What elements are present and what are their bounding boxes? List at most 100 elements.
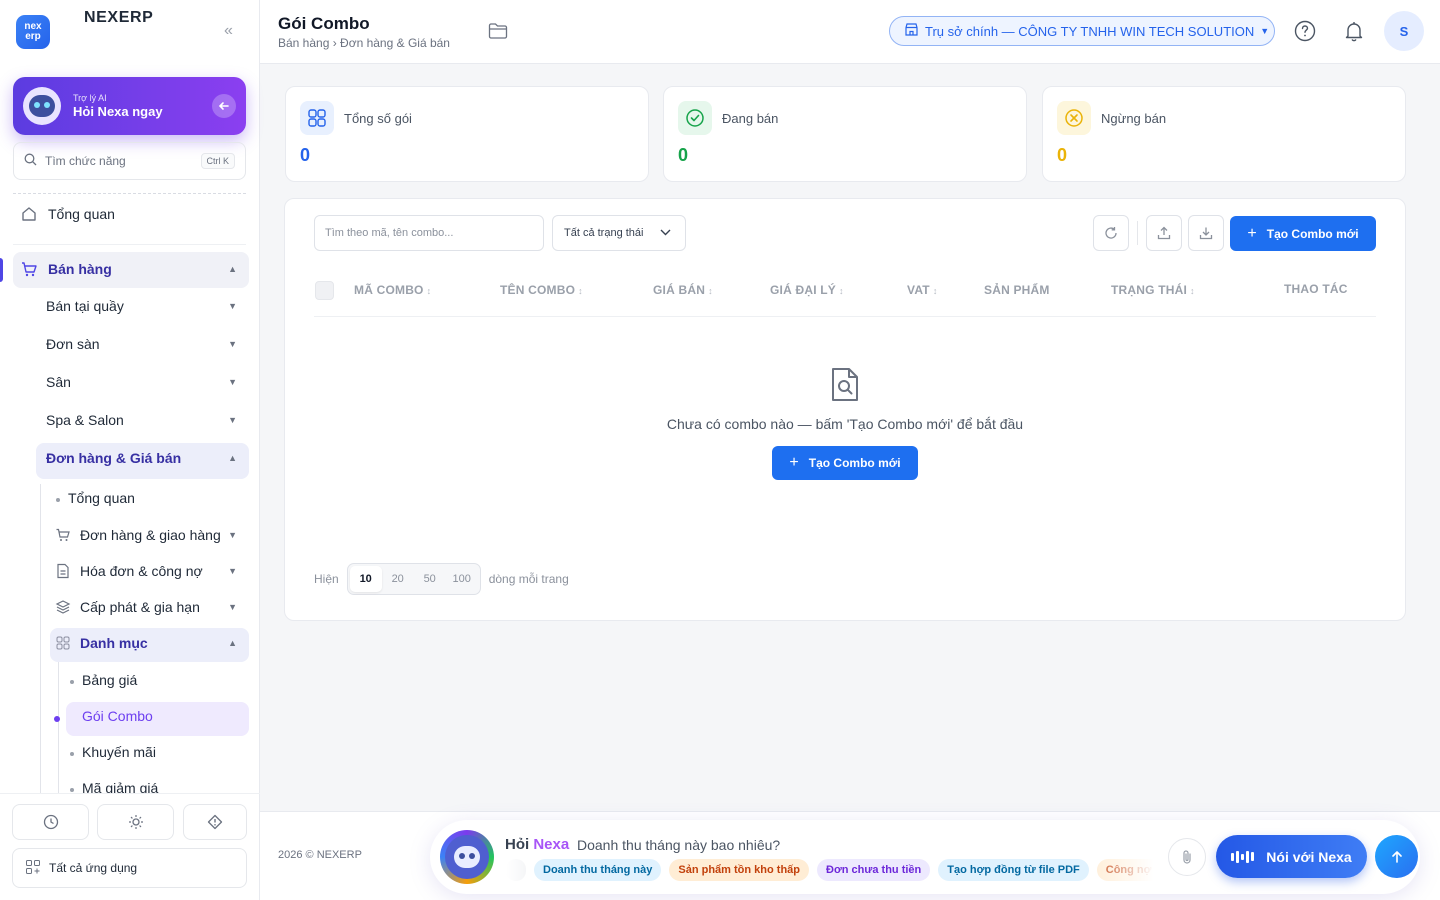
stat-label: Đang bán	[722, 111, 779, 126]
stat-label: Ngừng bán	[1101, 111, 1167, 126]
bullet	[70, 752, 74, 756]
sidebar-clip: Mã giảm giá	[0, 770, 259, 793]
sidebar-item-label: Bảng giá	[82, 672, 138, 688]
paperclip-icon[interactable]	[1168, 838, 1206, 876]
select-all-checkbox[interactable]	[315, 281, 334, 300]
sidebar-item-spa-salon[interactable]: Spa & Salon ▼	[46, 412, 249, 428]
chevron-down-icon	[660, 228, 671, 239]
ask-nexa-card[interactable]: Trợ lý AI Hỏi Nexa ngay	[13, 77, 246, 135]
page-size-prefix: Hiện	[314, 572, 339, 586]
refresh-icon	[1105, 227, 1117, 239]
robot-icon	[23, 87, 61, 125]
chat-question-input[interactable]: Doanh thu tháng này bao nhiêu?	[577, 837, 780, 853]
sidebar-item-label: Gói Combo	[82, 708, 153, 724]
history-button[interactable]	[12, 804, 89, 840]
folder-icon[interactable]	[488, 22, 508, 45]
empty-create-combo-button[interactable]: + Tạo Combo mới	[772, 446, 918, 480]
nexerp-logo: nex erp	[16, 15, 50, 49]
sidebar-item-label: Danh mục	[80, 635, 148, 651]
grid-icon	[300, 101, 334, 135]
cart-icon	[54, 526, 72, 544]
user-avatar[interactable]: S	[1384, 11, 1424, 51]
sidebar-item-sub-overview[interactable]: Tổng quan	[68, 490, 135, 506]
sidebar-item-discount-codes[interactable]: Mã giảm giá	[82, 780, 158, 793]
column-header-vat[interactable]: VAT ↕	[907, 283, 938, 297]
sound-wave-icon	[1231, 850, 1256, 863]
stat-value: 0	[1057, 145, 1068, 165]
column-header-status[interactable]: TRẠNG THÁI ↕	[1111, 283, 1195, 297]
all-apps-button[interactable]: Tất cả ứng dụng	[12, 848, 247, 888]
divider	[13, 244, 246, 245]
sidebar-item-marketplace[interactable]: Đơn sàn ▼	[46, 336, 249, 352]
sidebar-item-label: Tổng quan	[48, 206, 115, 222]
import-button[interactable]	[1146, 215, 1182, 251]
page-size-option[interactable]: 100	[446, 566, 478, 592]
sidebar-item-combo[interactable]: Gói Combo	[82, 708, 153, 724]
active-indicator	[0, 258, 3, 282]
sidebar-item-label: Bán hàng	[48, 261, 112, 277]
create-combo-label: Tạo Combo mới	[1266, 226, 1359, 241]
combo-list-panel: Tất cả trạng thái + Tạo Combo mới MÃ COM…	[284, 198, 1406, 621]
sidebar-item-court[interactable]: Sân ▼	[46, 374, 249, 390]
help-icon[interactable]	[1294, 20, 1316, 42]
theme-toggle-button[interactable]	[97, 804, 174, 840]
column-header-agent-price[interactable]: GIÁ ĐẠI LÝ ↕	[770, 283, 844, 297]
export-button[interactable]	[1188, 215, 1224, 251]
chevron-down-icon: ▼	[1260, 26, 1270, 36]
arrow-left-icon[interactable]	[212, 94, 236, 118]
status-filter-select[interactable]: Tất cả trạng thái	[552, 215, 686, 251]
send-button[interactable]	[1375, 835, 1418, 878]
bullet	[70, 680, 74, 684]
refresh-button[interactable]	[1093, 215, 1129, 251]
chevron-down-icon: ▼	[228, 377, 237, 387]
upload-icon	[1157, 226, 1171, 240]
chevron-down-icon: ▼	[228, 301, 237, 311]
column-header-code[interactable]: MÃ COMBO ↕	[354, 283, 431, 297]
breadcrumb: Bán hàng › Đơn hàng & Giá bán	[278, 36, 450, 50]
sidebar-item-label: Mã giảm giá	[82, 780, 159, 793]
page-size-option[interactable]: 50	[414, 566, 446, 592]
column-header-price[interactable]: GIÁ BÁN ↕	[653, 283, 713, 297]
branch-selector[interactable]: Trụ sở chính — CÔNG TY TNHH WIN TECH SOL…	[889, 16, 1275, 46]
stat-value: 0	[678, 145, 689, 165]
warning-icon	[207, 814, 223, 830]
arrow-up-icon	[1391, 850, 1402, 863]
talk-to-nexa-button[interactable]: Nói với Nexa	[1216, 835, 1367, 878]
branch-name: Trụ sở chính — CÔNG TY TNHH WIN TECH SOL…	[925, 23, 1255, 39]
suggestion-chip[interactable]: Công nợ quá hạn	[1096, 859, 1154, 881]
collapse-sidebar-icon[interactable]: «	[224, 22, 233, 40]
sidebar-item-invoices-debt[interactable]: Hóa đơn & công nợ ▼	[54, 562, 249, 580]
ai-card-subtitle: Trợ lý AI	[73, 93, 107, 103]
page-size-option[interactable]: 10	[349, 566, 382, 592]
bell-icon[interactable]	[1343, 20, 1365, 42]
page-size-option[interactable]: 20	[382, 566, 414, 592]
sidebar-item-catalog[interactable]: Danh mục ▲	[54, 634, 249, 652]
suggestion-chip[interactable]: Đơn chưa thu tiền	[817, 859, 931, 881]
suggestion-chip[interactable]: Sản phẩm tồn kho thấp	[669, 859, 810, 881]
alert-button[interactable]	[183, 804, 247, 840]
suggestion-chip[interactable]: Doanh thu tháng này	[534, 859, 662, 881]
brand[interactable]: nex erp	[16, 15, 50, 49]
sidebar-item-price-list[interactable]: Bảng giá	[82, 672, 137, 688]
copyright: 2026 © NEXERP	[278, 849, 362, 861]
clock-icon	[43, 814, 58, 830]
stat-card-active: Đang bán 0	[663, 86, 1027, 182]
sidebar-item-pos[interactable]: Bán tại quầy ▼	[46, 298, 249, 314]
sidebar-item-overview[interactable]: Tổng quan	[20, 205, 115, 223]
combo-search-input[interactable]	[314, 215, 544, 251]
tree-line	[40, 484, 41, 794]
sidebar-item-provision-renewal[interactable]: Cấp phát & gia hạn ▼	[54, 598, 249, 616]
suggestion-chip[interactable]: Tạo hợp đồng từ file PDF	[938, 859, 1089, 881]
sidebar-item-sales[interactable]: Bán hàng ▲	[20, 260, 249, 278]
sidebar-item-orders-prices[interactable]: Đơn hàng & Giá bán ▲	[46, 450, 249, 466]
column-header-name[interactable]: TÊN COMBO ↕	[500, 283, 583, 297]
feature-search-input[interactable]: Tìm chức năng Ctrl K	[13, 142, 246, 180]
grid-icon	[54, 634, 72, 652]
sidebar-item-orders-delivery[interactable]: Đơn hàng & giao hàng ▼	[54, 526, 249, 544]
sidebar-item-label: Sân	[46, 374, 71, 390]
stat-card-stopped: Ngừng bán 0	[1042, 86, 1406, 182]
stat-card-total: Tổng số gói 0	[285, 86, 649, 182]
create-combo-button[interactable]: + Tạo Combo mới	[1230, 216, 1376, 251]
sidebar-item-promotions[interactable]: Khuyến mãi	[82, 744, 156, 760]
sidebar-item-label: Bán tại quầy	[46, 298, 124, 314]
